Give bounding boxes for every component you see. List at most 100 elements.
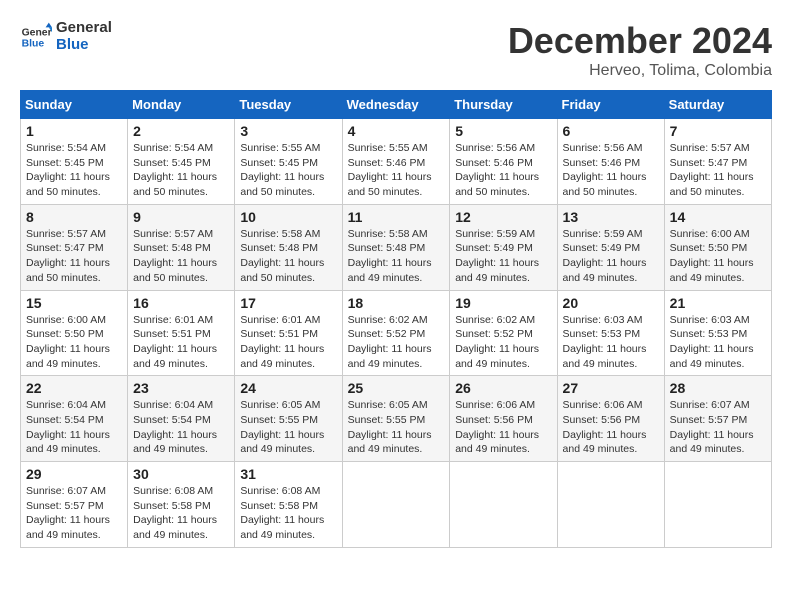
daylight-label: Daylight: 11 hours and 49 minutes. xyxy=(133,343,217,370)
day-content: Sunrise: 5:57 AM Sunset: 5:47 PM Dayligh… xyxy=(670,141,766,200)
location-subtitle: Herveo, Tolima, Colombia xyxy=(508,62,772,80)
sunrise-label: Sunrise: 5:57 AM xyxy=(670,142,750,154)
sunrise-label: Sunrise: 6:04 AM xyxy=(26,399,106,411)
calendar-cell: 9 Sunrise: 5:57 AM Sunset: 5:48 PM Dayli… xyxy=(128,204,235,290)
sunset-label: Sunset: 5:46 PM xyxy=(455,157,533,169)
calendar-header-row: SundayMondayTuesdayWednesdayThursdayFrid… xyxy=(21,91,772,119)
day-number: 16 xyxy=(133,295,229,311)
sunset-label: Sunset: 5:52 PM xyxy=(455,328,533,340)
calendar-cell: 12 Sunrise: 5:59 AM Sunset: 5:49 PM Dayl… xyxy=(450,204,557,290)
day-number: 20 xyxy=(563,295,659,311)
daylight-label: Daylight: 11 hours and 49 minutes. xyxy=(563,343,647,370)
logo: General Blue General Blue xyxy=(20,20,112,53)
month-year-title: December 2024 xyxy=(508,20,772,62)
daylight-label: Daylight: 11 hours and 49 minutes. xyxy=(240,343,324,370)
day-content: Sunrise: 6:00 AM Sunset: 5:50 PM Dayligh… xyxy=(26,313,122,372)
day-content: Sunrise: 5:58 AM Sunset: 5:48 PM Dayligh… xyxy=(348,227,445,286)
day-content: Sunrise: 6:03 AM Sunset: 5:53 PM Dayligh… xyxy=(563,313,659,372)
calendar-cell: 23 Sunrise: 6:04 AM Sunset: 5:54 PM Dayl… xyxy=(128,376,235,462)
calendar-cell xyxy=(557,462,664,548)
day-number: 17 xyxy=(240,295,336,311)
day-number: 24 xyxy=(240,380,336,396)
daylight-label: Daylight: 11 hours and 49 minutes. xyxy=(455,257,539,284)
day-content: Sunrise: 6:08 AM Sunset: 5:58 PM Dayligh… xyxy=(133,484,229,543)
calendar-week-row: 29 Sunrise: 6:07 AM Sunset: 5:57 PM Dayl… xyxy=(21,462,772,548)
calendar-cell: 22 Sunrise: 6:04 AM Sunset: 5:54 PM Dayl… xyxy=(21,376,128,462)
sunset-label: Sunset: 5:48 PM xyxy=(240,242,318,254)
daylight-label: Daylight: 11 hours and 49 minutes. xyxy=(26,429,110,456)
day-content: Sunrise: 5:58 AM Sunset: 5:48 PM Dayligh… xyxy=(240,227,336,286)
column-header-thursday: Thursday xyxy=(450,91,557,119)
calendar-cell: 26 Sunrise: 6:06 AM Sunset: 5:56 PM Dayl… xyxy=(450,376,557,462)
sunrise-label: Sunrise: 6:04 AM xyxy=(133,399,213,411)
calendar-cell: 21 Sunrise: 6:03 AM Sunset: 5:53 PM Dayl… xyxy=(664,290,771,376)
sunrise-label: Sunrise: 6:02 AM xyxy=(348,314,428,326)
sunset-label: Sunset: 5:58 PM xyxy=(133,500,211,512)
day-number: 2 xyxy=(133,123,229,139)
calendar-cell: 5 Sunrise: 5:56 AM Sunset: 5:46 PM Dayli… xyxy=(450,119,557,205)
daylight-label: Daylight: 11 hours and 49 minutes. xyxy=(455,343,539,370)
day-number: 8 xyxy=(26,209,122,225)
day-content: Sunrise: 6:06 AM Sunset: 5:56 PM Dayligh… xyxy=(563,398,659,457)
day-number: 21 xyxy=(670,295,766,311)
calendar-cell: 1 Sunrise: 5:54 AM Sunset: 5:45 PM Dayli… xyxy=(21,119,128,205)
daylight-label: Daylight: 11 hours and 49 minutes. xyxy=(240,514,324,541)
day-content: Sunrise: 6:02 AM Sunset: 5:52 PM Dayligh… xyxy=(455,313,551,372)
calendar-cell: 13 Sunrise: 5:59 AM Sunset: 5:49 PM Dayl… xyxy=(557,204,664,290)
day-content: Sunrise: 5:54 AM Sunset: 5:45 PM Dayligh… xyxy=(26,141,122,200)
calendar-week-row: 15 Sunrise: 6:00 AM Sunset: 5:50 PM Dayl… xyxy=(21,290,772,376)
sunrise-label: Sunrise: 5:56 AM xyxy=(563,142,643,154)
logo-icon: General Blue xyxy=(20,21,52,53)
day-content: Sunrise: 6:04 AM Sunset: 5:54 PM Dayligh… xyxy=(133,398,229,457)
sunrise-label: Sunrise: 6:08 AM xyxy=(133,485,213,497)
day-content: Sunrise: 6:01 AM Sunset: 5:51 PM Dayligh… xyxy=(133,313,229,372)
calendar-cell xyxy=(450,462,557,548)
day-number: 19 xyxy=(455,295,551,311)
day-content: Sunrise: 6:05 AM Sunset: 5:55 PM Dayligh… xyxy=(240,398,336,457)
day-number: 27 xyxy=(563,380,659,396)
day-number: 18 xyxy=(348,295,445,311)
column-header-saturday: Saturday xyxy=(664,91,771,119)
calendar-cell xyxy=(664,462,771,548)
day-content: Sunrise: 6:07 AM Sunset: 5:57 PM Dayligh… xyxy=(670,398,766,457)
daylight-label: Daylight: 11 hours and 50 minutes. xyxy=(26,257,110,284)
day-content: Sunrise: 5:54 AM Sunset: 5:45 PM Dayligh… xyxy=(133,141,229,200)
calendar-cell: 25 Sunrise: 6:05 AM Sunset: 5:55 PM Dayl… xyxy=(342,376,450,462)
day-content: Sunrise: 6:04 AM Sunset: 5:54 PM Dayligh… xyxy=(26,398,122,457)
day-number: 12 xyxy=(455,209,551,225)
daylight-label: Daylight: 11 hours and 50 minutes. xyxy=(348,171,432,198)
sunset-label: Sunset: 5:47 PM xyxy=(670,157,748,169)
calendar-week-row: 8 Sunrise: 5:57 AM Sunset: 5:47 PM Dayli… xyxy=(21,204,772,290)
sunset-label: Sunset: 5:53 PM xyxy=(670,328,748,340)
day-content: Sunrise: 5:59 AM Sunset: 5:49 PM Dayligh… xyxy=(455,227,551,286)
sunset-label: Sunset: 5:50 PM xyxy=(26,328,104,340)
daylight-label: Daylight: 11 hours and 49 minutes. xyxy=(563,429,647,456)
calendar-week-row: 1 Sunrise: 5:54 AM Sunset: 5:45 PM Dayli… xyxy=(21,119,772,205)
page-header: General Blue General Blue December 2024 … xyxy=(20,20,772,80)
sunrise-label: Sunrise: 6:05 AM xyxy=(348,399,428,411)
calendar-cell: 6 Sunrise: 5:56 AM Sunset: 5:46 PM Dayli… xyxy=(557,119,664,205)
logo-line2: Blue xyxy=(56,37,112,54)
calendar-cell: 24 Sunrise: 6:05 AM Sunset: 5:55 PM Dayl… xyxy=(235,376,342,462)
sunset-label: Sunset: 5:49 PM xyxy=(563,242,641,254)
calendar-cell: 16 Sunrise: 6:01 AM Sunset: 5:51 PM Dayl… xyxy=(128,290,235,376)
calendar-cell: 3 Sunrise: 5:55 AM Sunset: 5:45 PM Dayli… xyxy=(235,119,342,205)
calendar-cell xyxy=(342,462,450,548)
day-number: 7 xyxy=(670,123,766,139)
calendar-cell: 10 Sunrise: 5:58 AM Sunset: 5:48 PM Dayl… xyxy=(235,204,342,290)
daylight-label: Daylight: 11 hours and 50 minutes. xyxy=(240,257,324,284)
day-number: 26 xyxy=(455,380,551,396)
day-number: 28 xyxy=(670,380,766,396)
calendar-cell: 30 Sunrise: 6:08 AM Sunset: 5:58 PM Dayl… xyxy=(128,462,235,548)
sunrise-label: Sunrise: 6:03 AM xyxy=(563,314,643,326)
day-number: 4 xyxy=(348,123,445,139)
daylight-label: Daylight: 11 hours and 49 minutes. xyxy=(26,514,110,541)
calendar-cell: 4 Sunrise: 5:55 AM Sunset: 5:46 PM Dayli… xyxy=(342,119,450,205)
sunrise-label: Sunrise: 6:08 AM xyxy=(240,485,320,497)
calendar-cell: 27 Sunrise: 6:06 AM Sunset: 5:56 PM Dayl… xyxy=(557,376,664,462)
day-content: Sunrise: 5:57 AM Sunset: 5:48 PM Dayligh… xyxy=(133,227,229,286)
day-number: 30 xyxy=(133,466,229,482)
calendar-cell: 19 Sunrise: 6:02 AM Sunset: 5:52 PM Dayl… xyxy=(450,290,557,376)
daylight-label: Daylight: 11 hours and 50 minutes. xyxy=(133,257,217,284)
calendar-cell: 17 Sunrise: 6:01 AM Sunset: 5:51 PM Dayl… xyxy=(235,290,342,376)
